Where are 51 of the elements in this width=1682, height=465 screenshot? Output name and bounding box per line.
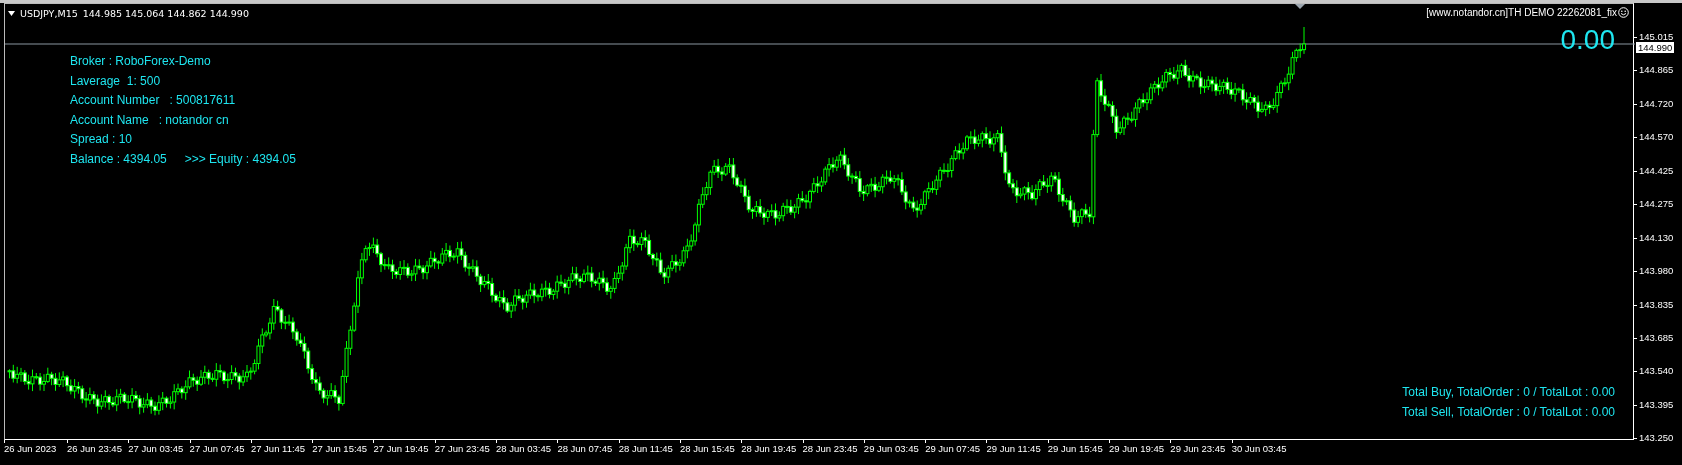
time-tick-label: 27 Jun 19:45 — [373, 443, 430, 454]
profit-value: 0.00 — [1560, 24, 1615, 56]
time-tick-label: 28 Jun 19:45 — [741, 443, 798, 454]
price-tick-label: 143.540 — [1639, 365, 1674, 377]
time-tick-label: 27 Jun 03:45 — [128, 443, 185, 454]
ohlc-values: 144.985 145.064 144.862 144.990 — [82, 8, 249, 19]
time-tick-label: 29 Jun 11:45 — [986, 443, 1042, 454]
order-totals-text: Total Buy, TotalOrder : 0 / TotalLot : 0.00 — [1402, 385, 1615, 401]
price-tick-label: 144.130 — [1639, 231, 1674, 243]
time-tick-label: 28 Jun 23:45 — [802, 443, 859, 454]
price-tick-label: 144.865 — [1639, 64, 1674, 76]
symbol-label: USDJPY,M15 — [20, 8, 78, 19]
time-tick-label: 29 Jun 15:45 — [1047, 443, 1104, 454]
shift-marker-icon[interactable] — [1295, 4, 1305, 9]
price-tick-label: 143.980 — [1639, 265, 1674, 277]
price-tick-label: 143.835 — [1639, 298, 1674, 310]
time-tick-label: 29 Jun 07:45 — [925, 443, 982, 454]
price-tick-label: 143.250 — [1639, 432, 1674, 444]
time-tick-label: 29 Jun 23:45 — [1170, 443, 1227, 454]
time-tick-label: 28 Jun 03:45 — [496, 443, 552, 454]
price-tick-label: 143.395 — [1639, 398, 1674, 410]
time-tick-label: 27 Jun 23:45 — [434, 443, 491, 454]
equity-text: >>> Equity : 4394.05 — [184, 151, 296, 166]
smiley-icon — [1618, 7, 1629, 18]
price-tick-label: 144.570 — [1639, 131, 1674, 143]
account-info-text: Account Number : 500817611 — [70, 93, 237, 110]
time-tick-label: 26 Jun 23:45 — [67, 443, 123, 454]
price-tick-label: 143.685 — [1639, 331, 1674, 343]
time-tick-label: 29 Jun 19:45 — [1109, 443, 1165, 454]
time-tick-label: 27 Jun 07:45 — [189, 443, 246, 454]
time-tick-label: 30 Jun 03:45 — [1231, 443, 1288, 454]
price-tick-label: 144.720 — [1639, 97, 1674, 109]
indicator-label: [www.notandor.cn]TH DEMO 22262081_fix — [1426, 7, 1617, 18]
price-tick-label: 145.015 — [1639, 31, 1674, 42]
price-tick-label: 144.425 — [1639, 164, 1674, 176]
price-tick-label: 144.275 — [1639, 198, 1674, 210]
time-tick-label: 29 Jun 03:45 — [863, 443, 920, 454]
time-tick-label: 28 Jun 11:45 — [618, 443, 674, 454]
account-info-text: Laverage 1: 500 — [70, 73, 162, 90]
time-tick-label: 28 Jun 15:45 — [679, 443, 736, 454]
account-info-text: Broker : RoboForex-Demo — [70, 54, 212, 70]
account-info-text: Spread : 10 — [70, 132, 134, 149]
account-info-text: Account Name : notandor cn — [70, 112, 230, 129]
balance-text: Balance : 4394.05 — [70, 151, 167, 166]
current-price-label: 144.990 — [1636, 42, 1675, 53]
order-totals-text: Total Sell, TotalOrder : 0 / TotalLot : 0.00 — [1402, 405, 1615, 421]
time-tick-label: 27 Jun 15:45 — [312, 443, 369, 454]
time-tick-label: 26 Jun 2023 — [4, 443, 58, 454]
time-tick-label: 27 Jun 11:45 — [250, 443, 307, 454]
dropdown-icon[interactable] — [8, 11, 15, 16]
time-tick-label: 28 Jun 07:45 — [557, 443, 614, 454]
